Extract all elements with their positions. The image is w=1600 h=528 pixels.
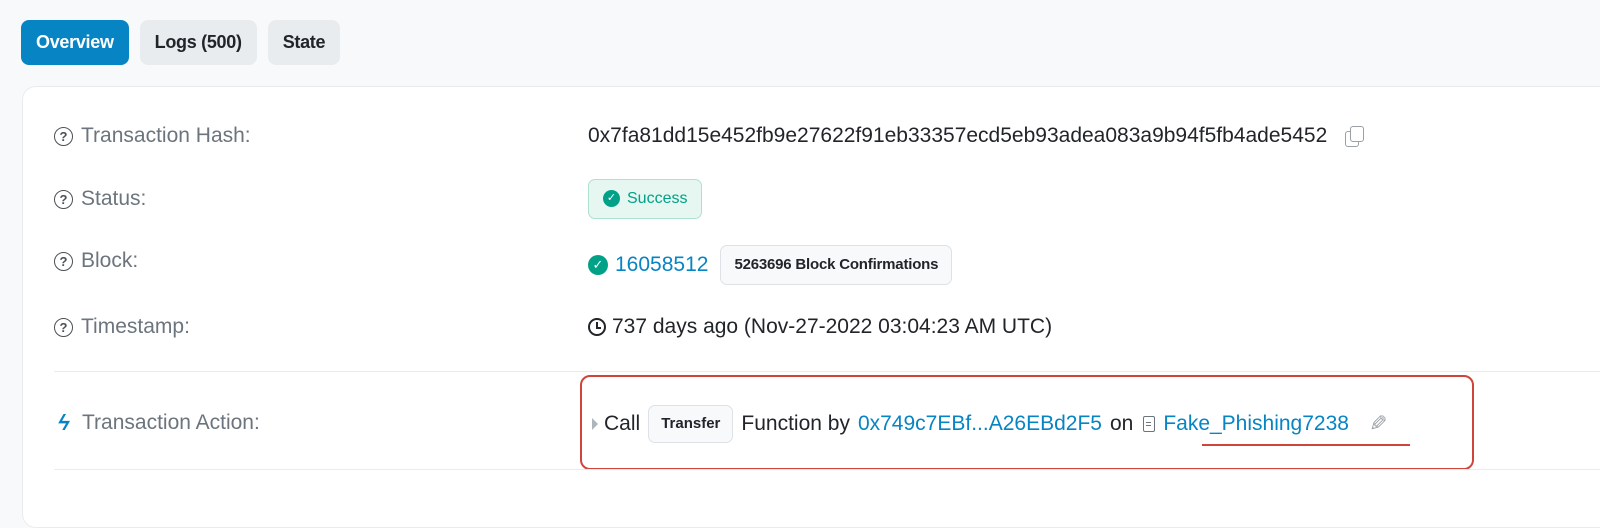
status-label: ? Status: [54,187,146,211]
block-value-row: ✓ 16058512 5263696 Block Confirmations [588,244,953,285]
timestamp-label-text: Timestamp: [81,315,190,338]
copy-icon[interactable] [1343,125,1365,147]
check-circle-icon: ✓ [588,254,608,275]
help-icon[interactable]: ? [54,189,73,209]
status-badge-text: Success [627,189,688,207]
tx-action-label: ϟ Transaction Action: [54,410,260,436]
action-on-text: on [1109,411,1134,435]
action-call-text: Call [604,411,641,435]
action-function-by-text: Function by [741,411,850,435]
help-icon[interactable]: ? [54,251,73,271]
from-address-link[interactable]: 0x749c7EBf...A26EBd2F5 [858,412,1102,436]
status-label-text: Status: [81,187,147,210]
tab-bar: Overview Logs (500) State [21,20,341,65]
pencil-icon[interactable]: ✎ [1369,411,1387,437]
tx-action-value-row: Call Transfer Function by 0x749c7EBf...A… [588,403,1387,444]
timestamp-value-row: 737 days ago (Nov-27-2022 03:04:23 AM UT… [588,311,1052,343]
tab-state[interactable]: State [267,20,341,65]
block-number-link[interactable]: 16058512 [615,253,708,277]
highlight-underline [1202,444,1410,446]
contract-name-link[interactable]: Fake_Phishing7238 [1163,412,1349,436]
status-value-row: ✓ Success [588,178,703,219]
caret-right-icon[interactable] [592,417,598,430]
tx-action-label-text: Transaction Action: [82,411,260,434]
tx-hash-value: 0x7fa81dd15e452fb9e27622f91eb33357ecd5eb… [588,124,1328,147]
lightning-icon: ϟ [55,410,73,435]
block-label-text: Block: [81,249,139,272]
timestamp-row: ? Timestamp: [54,311,190,343]
status-row: ? Status: [54,183,146,215]
document-icon [1143,415,1156,432]
section-divider [54,371,1600,372]
block-label: ? Block: [54,249,138,273]
help-icon[interactable]: ? [54,126,73,146]
status-badge: ✓ Success [588,178,703,219]
timestamp-value: 737 days ago (Nov-27-2022 03:04:23 AM UT… [612,315,1053,338]
check-circle-icon: ✓ [603,190,620,207]
tx-hash-value-row: 0x7fa81dd15e452fb9e27622f91eb33357ecd5eb… [588,120,1365,152]
tx-action-row: ϟ Transaction Action: [54,407,260,439]
section-divider [54,469,1600,470]
block-row: ? Block: [54,245,138,277]
tx-hash-label: ? Transaction Hash: [54,124,251,148]
clock-icon [588,318,606,336]
function-name-badge: Transfer [648,404,734,443]
timestamp-label: ? Timestamp: [54,315,190,339]
tx-hash-row: ? Transaction Hash: [54,120,251,152]
help-icon[interactable]: ? [54,317,73,337]
tx-hash-label-text: Transaction Hash: [81,124,251,147]
tab-overview[interactable]: Overview [21,20,129,65]
tab-logs[interactable]: Logs (500) [139,20,257,65]
block-confirmations-badge: 5263696 Block Confirmations [720,244,953,285]
